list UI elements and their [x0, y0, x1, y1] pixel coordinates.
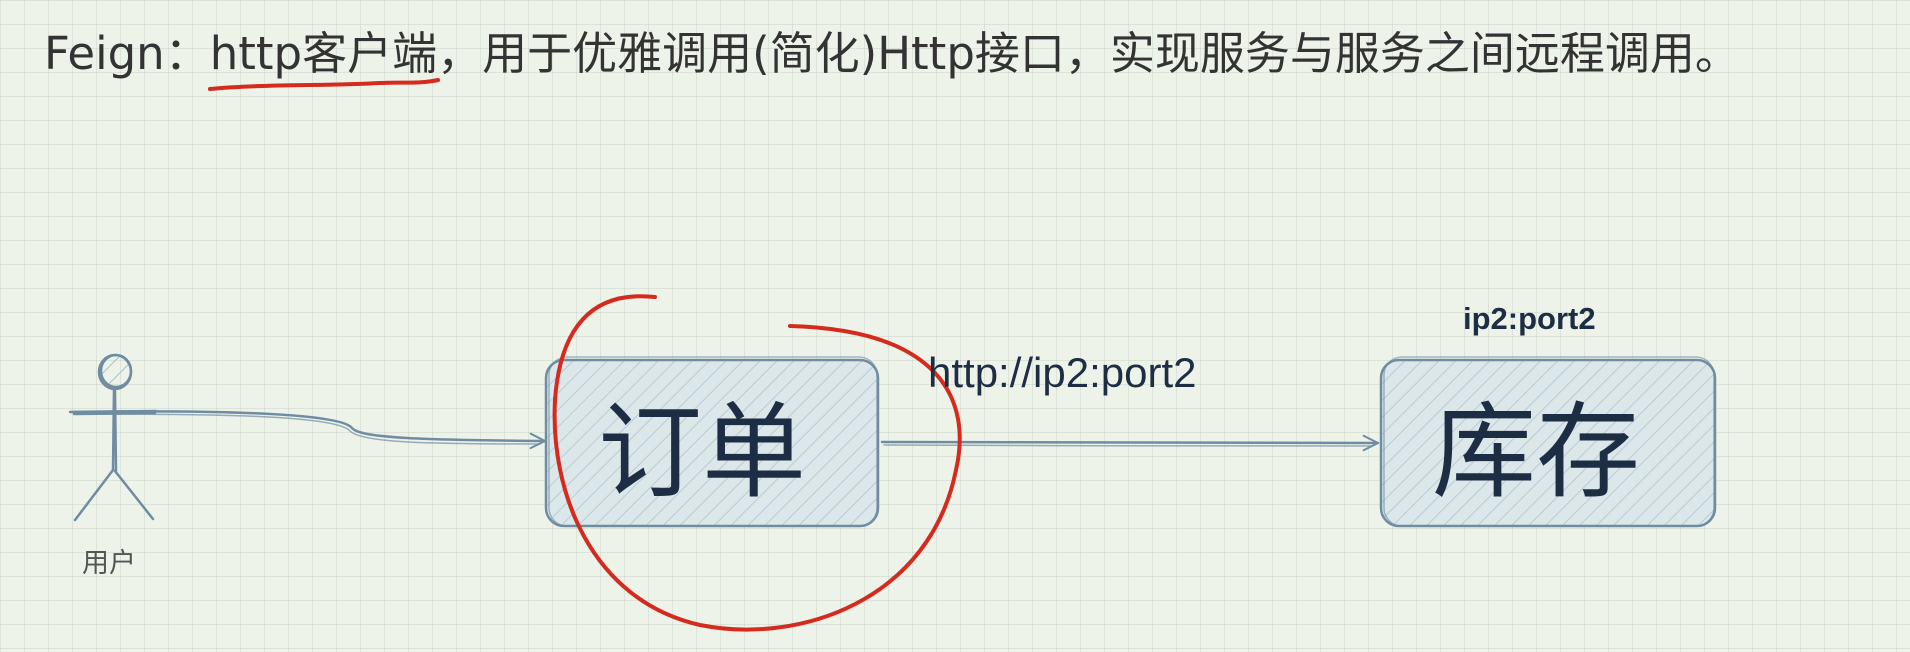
title-underline-annotation: [208, 78, 440, 91]
user-actor-label: 用户: [82, 548, 136, 579]
user-actor-icon: [71, 353, 158, 522]
order-to-stock-arrow: [880, 434, 1380, 452]
edge-url-label: http://ip2:port2: [928, 349, 1197, 396]
order-node-label: 订单: [598, 391, 807, 513]
stock-address-label: ip2:port2: [1463, 301, 1596, 336]
stock-node-label: 库存: [1432, 391, 1641, 513]
diagram-canvas: [68, 78, 1717, 632]
user-to-order-arrow: [68, 410, 547, 450]
